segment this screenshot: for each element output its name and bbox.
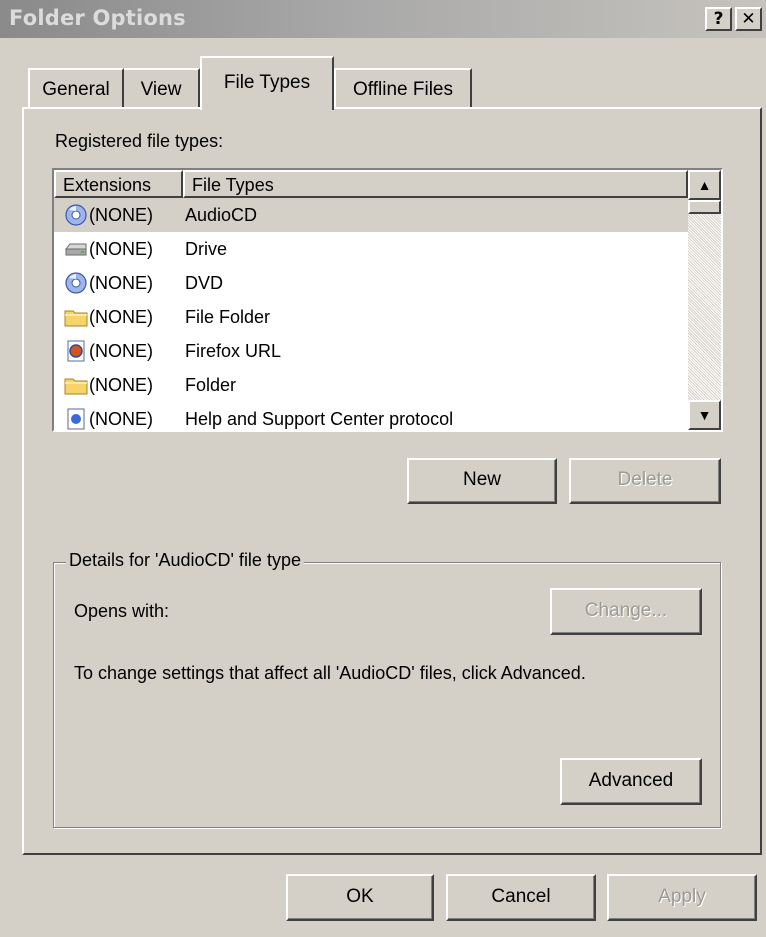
list-item[interactable]: (NONE) Help and Support Center protocol (54, 402, 688, 430)
row-file-type: Firefox URL (185, 341, 282, 361)
help-protocol-icon (67, 408, 85, 430)
tab-view[interactable]: View (124, 68, 200, 108)
list-item[interactable]: (NONE) Folder (54, 368, 688, 402)
tab-file-types[interactable]: File Types (200, 56, 334, 110)
scroll-down-icon[interactable]: ▼ (688, 400, 721, 430)
row-file-type: Folder (185, 375, 237, 395)
scroll-up-icon[interactable]: ▲ (688, 170, 721, 200)
new-button[interactable]: New (407, 458, 557, 504)
details-group-title: Details for 'AudioCD' file type (66, 550, 304, 571)
row-file-type: Help and Support Center protocol (185, 409, 454, 429)
tab-general[interactable]: General (28, 68, 124, 108)
row-file-type: Drive (185, 239, 228, 259)
row-file-type: AudioCD (185, 205, 258, 225)
row-extension: (NONE) (89, 375, 153, 395)
list-item[interactable]: (NONE) File Folder (54, 300, 688, 334)
cd-icon (65, 204, 87, 226)
scroll-thumb[interactable] (688, 200, 721, 214)
window-title: Folder Options (9, 6, 186, 30)
column-header-file-types[interactable]: File Types (183, 170, 688, 198)
file-types-list[interactable]: Extensions File Types (NONE) AudioCD (NO… (52, 168, 723, 432)
opens-with-label: Opens with: (74, 601, 170, 621)
apply-button[interactable]: Apply (607, 874, 757, 921)
row-extension: (NONE) (89, 273, 153, 293)
vertical-scrollbar[interactable]: ▲ ▼ (688, 170, 721, 430)
row-file-type: File Folder (185, 307, 271, 327)
folder-icon (64, 378, 88, 395)
cancel-button[interactable]: Cancel (446, 874, 596, 921)
cd-icon (65, 272, 87, 294)
firefox-url-icon (67, 340, 85, 362)
folder-icon (64, 310, 88, 327)
title-bar[interactable]: Folder Options ? ✕ (0, 0, 766, 38)
registered-file-types-label: Registered file types: (55, 131, 224, 151)
advanced-hint-text: To change settings that affect all 'Audi… (74, 663, 586, 683)
ok-button[interactable]: OK (286, 874, 434, 921)
delete-button[interactable]: Delete (569, 458, 721, 504)
row-extension: (NONE) (89, 307, 153, 327)
drive-icon (64, 243, 87, 256)
close-button[interactable]: ✕ (735, 7, 762, 31)
row-extension: (NONE) (89, 205, 153, 225)
row-extension: (NONE) (89, 239, 153, 259)
folder-options-dialog: Folder Options ? ✕ General View Offline … (0, 0, 766, 937)
row-extension: (NONE) (89, 341, 153, 361)
list-rows: (NONE) AudioCD (NONE) Drive (NONE) DVD (… (54, 198, 688, 430)
list-item[interactable]: (NONE) AudioCD (54, 198, 688, 232)
tab-offline-files[interactable]: Offline Files (334, 68, 472, 108)
list-item[interactable]: (NONE) Drive (54, 232, 688, 266)
help-button[interactable]: ? (705, 7, 732, 31)
row-file-type: DVD (185, 273, 224, 293)
advanced-button[interactable]: Advanced (560, 758, 702, 805)
change-button[interactable]: Change... (550, 588, 702, 635)
list-item[interactable]: (NONE) DVD (54, 266, 688, 300)
row-extension: (NONE) (89, 409, 153, 429)
list-item[interactable]: (NONE) Firefox URL (54, 334, 688, 368)
column-header-extensions[interactable]: Extensions (54, 170, 183, 198)
